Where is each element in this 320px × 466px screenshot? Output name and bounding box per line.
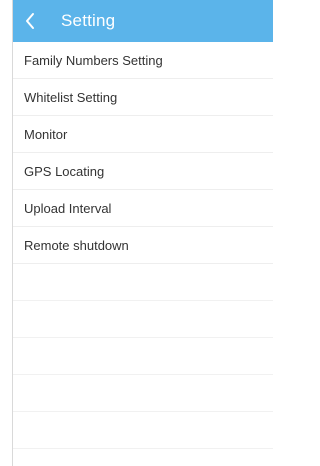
menu-item-label: GPS Locating — [24, 163, 105, 179]
menu-item-label: Family Numbers Setting — [24, 52, 163, 68]
menu-item-remote-shutdown[interactable]: Remote shutdown — [13, 227, 273, 264]
menu-item-label: Upload Interval — [24, 200, 112, 216]
empty-row — [13, 412, 273, 449]
settings-screen: Setting Family Numbers Setting Whitelist… — [12, 0, 273, 466]
empty-row — [13, 375, 273, 412]
empty-row — [13, 338, 273, 375]
menu-item-upload-interval[interactable]: Upload Interval — [13, 190, 273, 227]
empty-row — [13, 264, 273, 301]
menu-item-label: Whitelist Setting — [24, 89, 118, 105]
page-title: Setting — [61, 11, 116, 30]
menu-item-label: Monitor — [24, 126, 68, 142]
menu-item-label: Remote shutdown — [24, 237, 129, 253]
empty-list-area — [13, 264, 273, 449]
menu-item-whitelist-setting[interactable]: Whitelist Setting — [13, 79, 273, 116]
empty-row — [13, 301, 273, 338]
menu-item-family-numbers-setting[interactable]: Family Numbers Setting — [13, 42, 273, 79]
navigation-bar: Setting — [13, 0, 273, 42]
back-button[interactable] — [13, 0, 47, 42]
menu-item-gps-locating[interactable]: GPS Locating — [13, 153, 273, 190]
menu-item-monitor[interactable]: Monitor — [13, 116, 273, 153]
chevron-left-icon — [24, 12, 36, 30]
settings-menu: Family Numbers Setting Whitelist Setting… — [13, 42, 273, 264]
